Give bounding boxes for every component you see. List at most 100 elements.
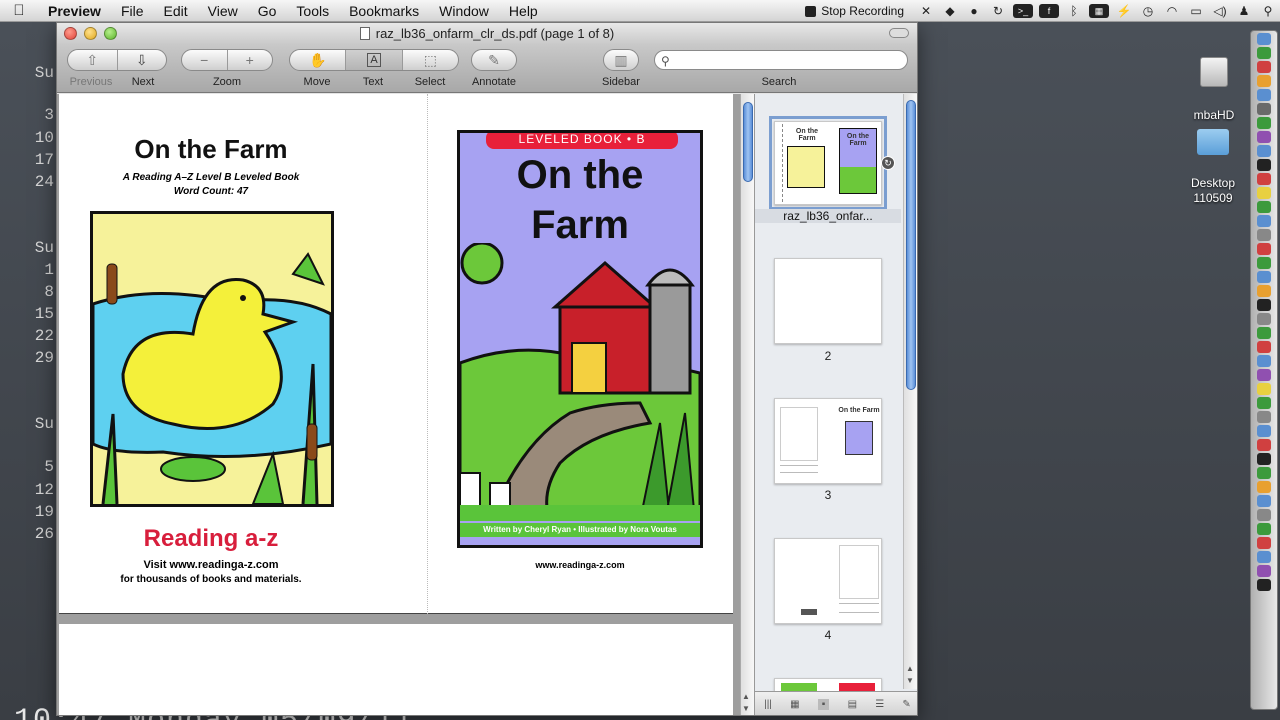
user-icon[interactable]: ♟ — [1235, 3, 1253, 19]
document-scrollbar[interactable]: ▲ ▼ — [740, 94, 754, 715]
menu-file[interactable]: File — [111, 3, 154, 19]
selection-icon: ⬚ — [423, 51, 437, 68]
stop-recording-button[interactable]: Stop Recording — [795, 4, 914, 18]
dock-item[interactable] — [1257, 579, 1271, 591]
scroll-up-icon[interactable]: ▲ — [742, 692, 750, 701]
menu-view[interactable]: View — [198, 3, 248, 19]
menu-app-name[interactable]: Preview — [38, 3, 111, 19]
sidebar-scroll-thumb[interactable] — [906, 100, 916, 390]
dock-item[interactable] — [1257, 411, 1271, 423]
menu-icon[interactable]: ▦ — [1089, 4, 1109, 18]
dock-item[interactable] — [1257, 495, 1271, 507]
dock-item[interactable] — [1257, 551, 1271, 563]
menu-tools[interactable]: Tools — [286, 3, 339, 19]
next-button[interactable]: ⇩ — [118, 50, 167, 70]
dock-item[interactable] — [1257, 383, 1271, 395]
thumbnail-page-4[interactable] — [774, 538, 882, 624]
wifi-icon[interactable]: ◠ — [1163, 3, 1181, 19]
menu-edit[interactable]: Edit — [154, 3, 198, 19]
volume-icon[interactable]: ◁) — [1211, 3, 1229, 19]
spotlight-icon[interactable]: ⚲ — [1259, 3, 1277, 19]
menu-help[interactable]: Help — [499, 3, 548, 19]
dock-item[interactable] — [1257, 173, 1271, 185]
dock-item[interactable] — [1257, 187, 1271, 199]
menu-bookmarks[interactable]: Bookmarks — [339, 3, 429, 19]
dock-item[interactable] — [1257, 201, 1271, 213]
dock-item[interactable] — [1257, 397, 1271, 409]
dock-item[interactable] — [1257, 313, 1271, 325]
dock-item[interactable] — [1257, 257, 1271, 269]
dropbox-icon[interactable]: ◆ — [941, 3, 959, 19]
toolbar-toggle-button[interactable] — [889, 28, 909, 38]
bluetooth-icon[interactable]: ᛒ — [1065, 3, 1083, 19]
dock-item[interactable] — [1257, 145, 1271, 157]
sync-icon[interactable]: ✕ — [917, 3, 935, 19]
dock-item[interactable] — [1257, 75, 1271, 87]
annotate-button[interactable]: ✎ — [472, 50, 516, 70]
menu-go[interactable]: Go — [248, 3, 287, 19]
grid-view-icon[interactable]: ▦ — [790, 699, 799, 710]
dock-item[interactable] — [1257, 523, 1271, 535]
facebook-icon[interactable]: f — [1039, 4, 1059, 18]
time-machine-icon[interactable]: ◷ — [1139, 3, 1157, 19]
dock-item[interactable] — [1257, 537, 1271, 549]
dock-item[interactable] — [1257, 369, 1271, 381]
dock-item[interactable] — [1257, 33, 1271, 45]
contact-sheet-icon[interactable]: ▤ — [848, 699, 857, 710]
dock-item[interactable] — [1257, 243, 1271, 255]
sidebar-scroll-up-icon[interactable]: ▲ — [906, 664, 914, 673]
dock-item[interactable] — [1257, 89, 1271, 101]
battery-icon[interactable]: ▭ — [1187, 3, 1205, 19]
terminal-icon[interactable]: >_ — [1013, 4, 1033, 18]
rotate-icon[interactable]: ↻ — [881, 156, 895, 170]
dock-item[interactable] — [1257, 565, 1271, 577]
dock-item[interactable] — [1257, 61, 1271, 73]
dock-item[interactable] — [1257, 215, 1271, 227]
dock-item[interactable] — [1257, 341, 1271, 353]
title-bar[interactable]: raz_lb36_onfarm_clr_ds.pdf (page 1 of 8) — [57, 23, 917, 45]
dock-item[interactable] — [1257, 355, 1271, 367]
move-tool-button[interactable]: ✋ — [290, 50, 347, 70]
text-tool-button[interactable]: A — [346, 50, 403, 70]
wifi-settings-icon[interactable]: ⚡ — [1115, 3, 1133, 19]
list-view-icon[interactable]: ☰ — [875, 699, 884, 710]
dock-item[interactable] — [1257, 117, 1271, 129]
select-tool-button[interactable]: ⬚ — [403, 50, 458, 70]
search-field[interactable]: ⚲ — [654, 50, 908, 70]
camera-icon[interactable]: ● — [965, 3, 983, 19]
sidebar-scrollbar[interactable]: ▲ ▼ — [903, 94, 917, 689]
annotation-view-icon[interactable]: ✎ — [902, 699, 910, 710]
sidebar-scroll-down-icon[interactable]: ▼ — [906, 676, 914, 685]
thumbnail-page-1[interactable]: On the Farm On the Farm ↻ — [769, 116, 895, 210]
thumbnail-page-3[interactable]: On the Farm — [774, 398, 882, 484]
zoom-out-button[interactable]: − — [182, 50, 228, 70]
zoom-in-button[interactable]: + — [228, 50, 273, 70]
dock-item[interactable] — [1257, 229, 1271, 241]
refresh-icon[interactable]: ↻ — [989, 3, 1007, 19]
dock-item[interactable] — [1257, 467, 1271, 479]
dock-item[interactable] — [1257, 425, 1271, 437]
sidebar-button[interactable]: ▥ — [604, 50, 638, 70]
scroll-down-icon[interactable]: ▼ — [742, 704, 750, 713]
thumbnail-view-icon[interactable]: ▪ — [817, 699, 830, 710]
document-view[interactable]: On the Farm A Reading A–Z Level B Levele… — [57, 94, 740, 715]
dock-item[interactable] — [1257, 159, 1271, 171]
dock-item[interactable] — [1257, 327, 1271, 339]
previous-button[interactable]: ⇧ — [68, 50, 118, 70]
dock-item[interactable] — [1257, 271, 1271, 283]
dock-item[interactable] — [1257, 131, 1271, 143]
thumbnail-page-2[interactable] — [774, 258, 882, 344]
dock-item[interactable] — [1257, 481, 1271, 493]
dock-item[interactable] — [1257, 453, 1271, 465]
dock-item[interactable] — [1257, 47, 1271, 59]
apple-menu-icon[interactable]:  — [0, 2, 38, 19]
scrollbar-thumb[interactable] — [743, 102, 753, 182]
column-view-icon[interactable]: ||| — [764, 699, 772, 710]
desktop-folder-icon[interactable]: Desktop 110509 — [1178, 114, 1248, 221]
dock-item[interactable] — [1257, 509, 1271, 521]
dock-item[interactable] — [1257, 103, 1271, 115]
dock-item[interactable] — [1257, 285, 1271, 297]
dock-item[interactable] — [1257, 299, 1271, 311]
menu-window[interactable]: Window — [429, 3, 499, 19]
dock-item[interactable] — [1257, 439, 1271, 451]
